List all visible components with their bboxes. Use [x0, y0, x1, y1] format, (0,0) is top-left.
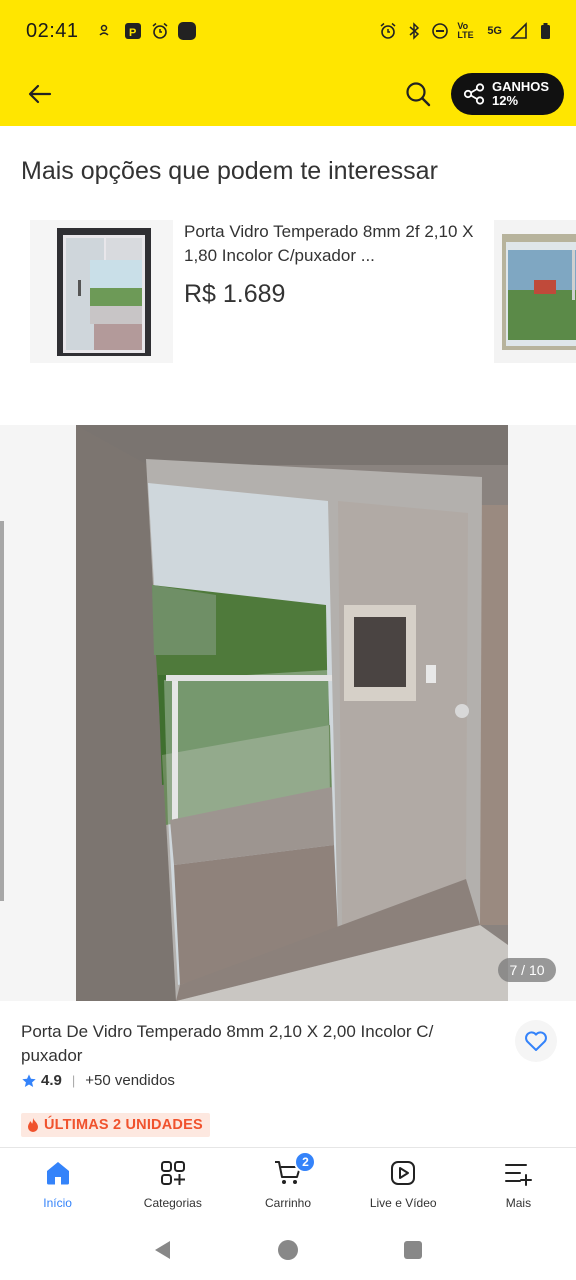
star-icon: [22, 1073, 36, 1087]
nav-more[interactable]: Mais: [461, 1148, 576, 1219]
recommendation-price: R$ 1.689: [184, 280, 286, 308]
rating-score: 4.9: [41, 1072, 62, 1089]
product-gallery[interactable]: 7 / 10: [0, 425, 576, 1001]
app-icon: [177, 22, 196, 40]
heart-icon: [525, 1031, 547, 1051]
share-icon: [463, 83, 485, 105]
status-bar: 02:41 P Vo LTE 5G: [0, 0, 576, 62]
triangle-back-icon: [154, 1240, 170, 1259]
nav-live-video-label: Live e Vídeo: [369, 1196, 437, 1210]
system-home-button[interactable]: [276, 1238, 300, 1262]
categories-icon: [160, 1161, 185, 1185]
do-not-disturb-icon: [431, 22, 449, 40]
nav-more-label: Mais: [505, 1196, 532, 1210]
arrow-left-icon: [28, 84, 52, 104]
favorite-button[interactable]: [515, 1020, 557, 1062]
nav-categories-label: Categorias: [143, 1196, 202, 1210]
previous-image-edge: [0, 521, 4, 901]
earn-label: GANHOS: [492, 79, 550, 94]
sold-count: +50 vendidos: [85, 1072, 175, 1089]
nav-cart[interactable]: 2 Carrinho: [230, 1148, 345, 1219]
search-icon: [406, 82, 431, 107]
bottom-navigation: Início Categorias 2 Carrinho Live e Víde…: [0, 1147, 576, 1219]
back-button[interactable]: [24, 80, 56, 108]
menu-icon: [505, 1164, 533, 1186]
cart-count-badge: 2: [294, 1151, 317, 1173]
alarm-icon: [379, 22, 397, 40]
system-recents-button[interactable]: [401, 1238, 425, 1262]
stock-badge: ÚLTIMAS 2 UNIDADES: [21, 1113, 210, 1137]
product-title: Porta De Vidro Temperado 8mm 2,10 X 2,00…: [21, 1022, 434, 1065]
product-image[interactable]: [76, 425, 508, 1001]
separator: |: [71, 1073, 76, 1088]
recommendation-card[interactable]: Porta Vidro Temperado 8mm 2f 2,10 X 1,80…: [30, 220, 490, 365]
play-icon: [391, 1161, 416, 1185]
status-time: 02:41: [26, 19, 79, 42]
fire-icon: [28, 1118, 38, 1132]
alarm-icon: [151, 22, 169, 40]
parking-icon: P: [124, 22, 142, 40]
app-header: GANHOS 12%: [0, 62, 576, 126]
network-type: 5G: [487, 24, 502, 37]
rating-row: 4.9 | +50 vendidos: [21, 1072, 175, 1089]
recommendation-title: Porta Vidro Temperado 8mm 2f 2,10 X 1,80…: [184, 222, 474, 265]
battery-icon: [536, 22, 554, 40]
home-icon: [46, 1162, 69, 1185]
nav-categories[interactable]: Categorias: [115, 1148, 230, 1219]
earn-percentage: 12%: [492, 93, 519, 108]
signal-icon: [510, 22, 528, 40]
user-settings-icon: [97, 22, 115, 40]
bluetooth-icon: [405, 22, 423, 40]
circle-home-icon: [277, 1239, 298, 1260]
system-back-button[interactable]: [151, 1238, 175, 1262]
section-title: Mais opções que podem te interessar: [21, 157, 438, 185]
nav-home[interactable]: Início: [0, 1148, 115, 1219]
system-navigation: [0, 1219, 576, 1280]
square-recents-icon: [404, 1240, 423, 1259]
image-counter: 7 / 10: [498, 958, 556, 982]
earnings-share-button[interactable]: GANHOS 12%: [451, 73, 564, 115]
nav-live-video[interactable]: Live e Vídeo: [346, 1148, 461, 1219]
search-button[interactable]: [402, 78, 434, 110]
recommendation-card-partial[interactable]: [494, 220, 576, 363]
product-thumbnail: [30, 220, 173, 363]
svg-text:P: P: [129, 27, 136, 39]
nav-cart-label: Carrinho: [264, 1196, 312, 1210]
stock-badge-text: ÚLTIMAS 2 UNIDADES: [44, 1117, 203, 1133]
volte-icon: Vo LTE: [457, 21, 474, 40]
nav-home-label: Início: [43, 1196, 72, 1210]
